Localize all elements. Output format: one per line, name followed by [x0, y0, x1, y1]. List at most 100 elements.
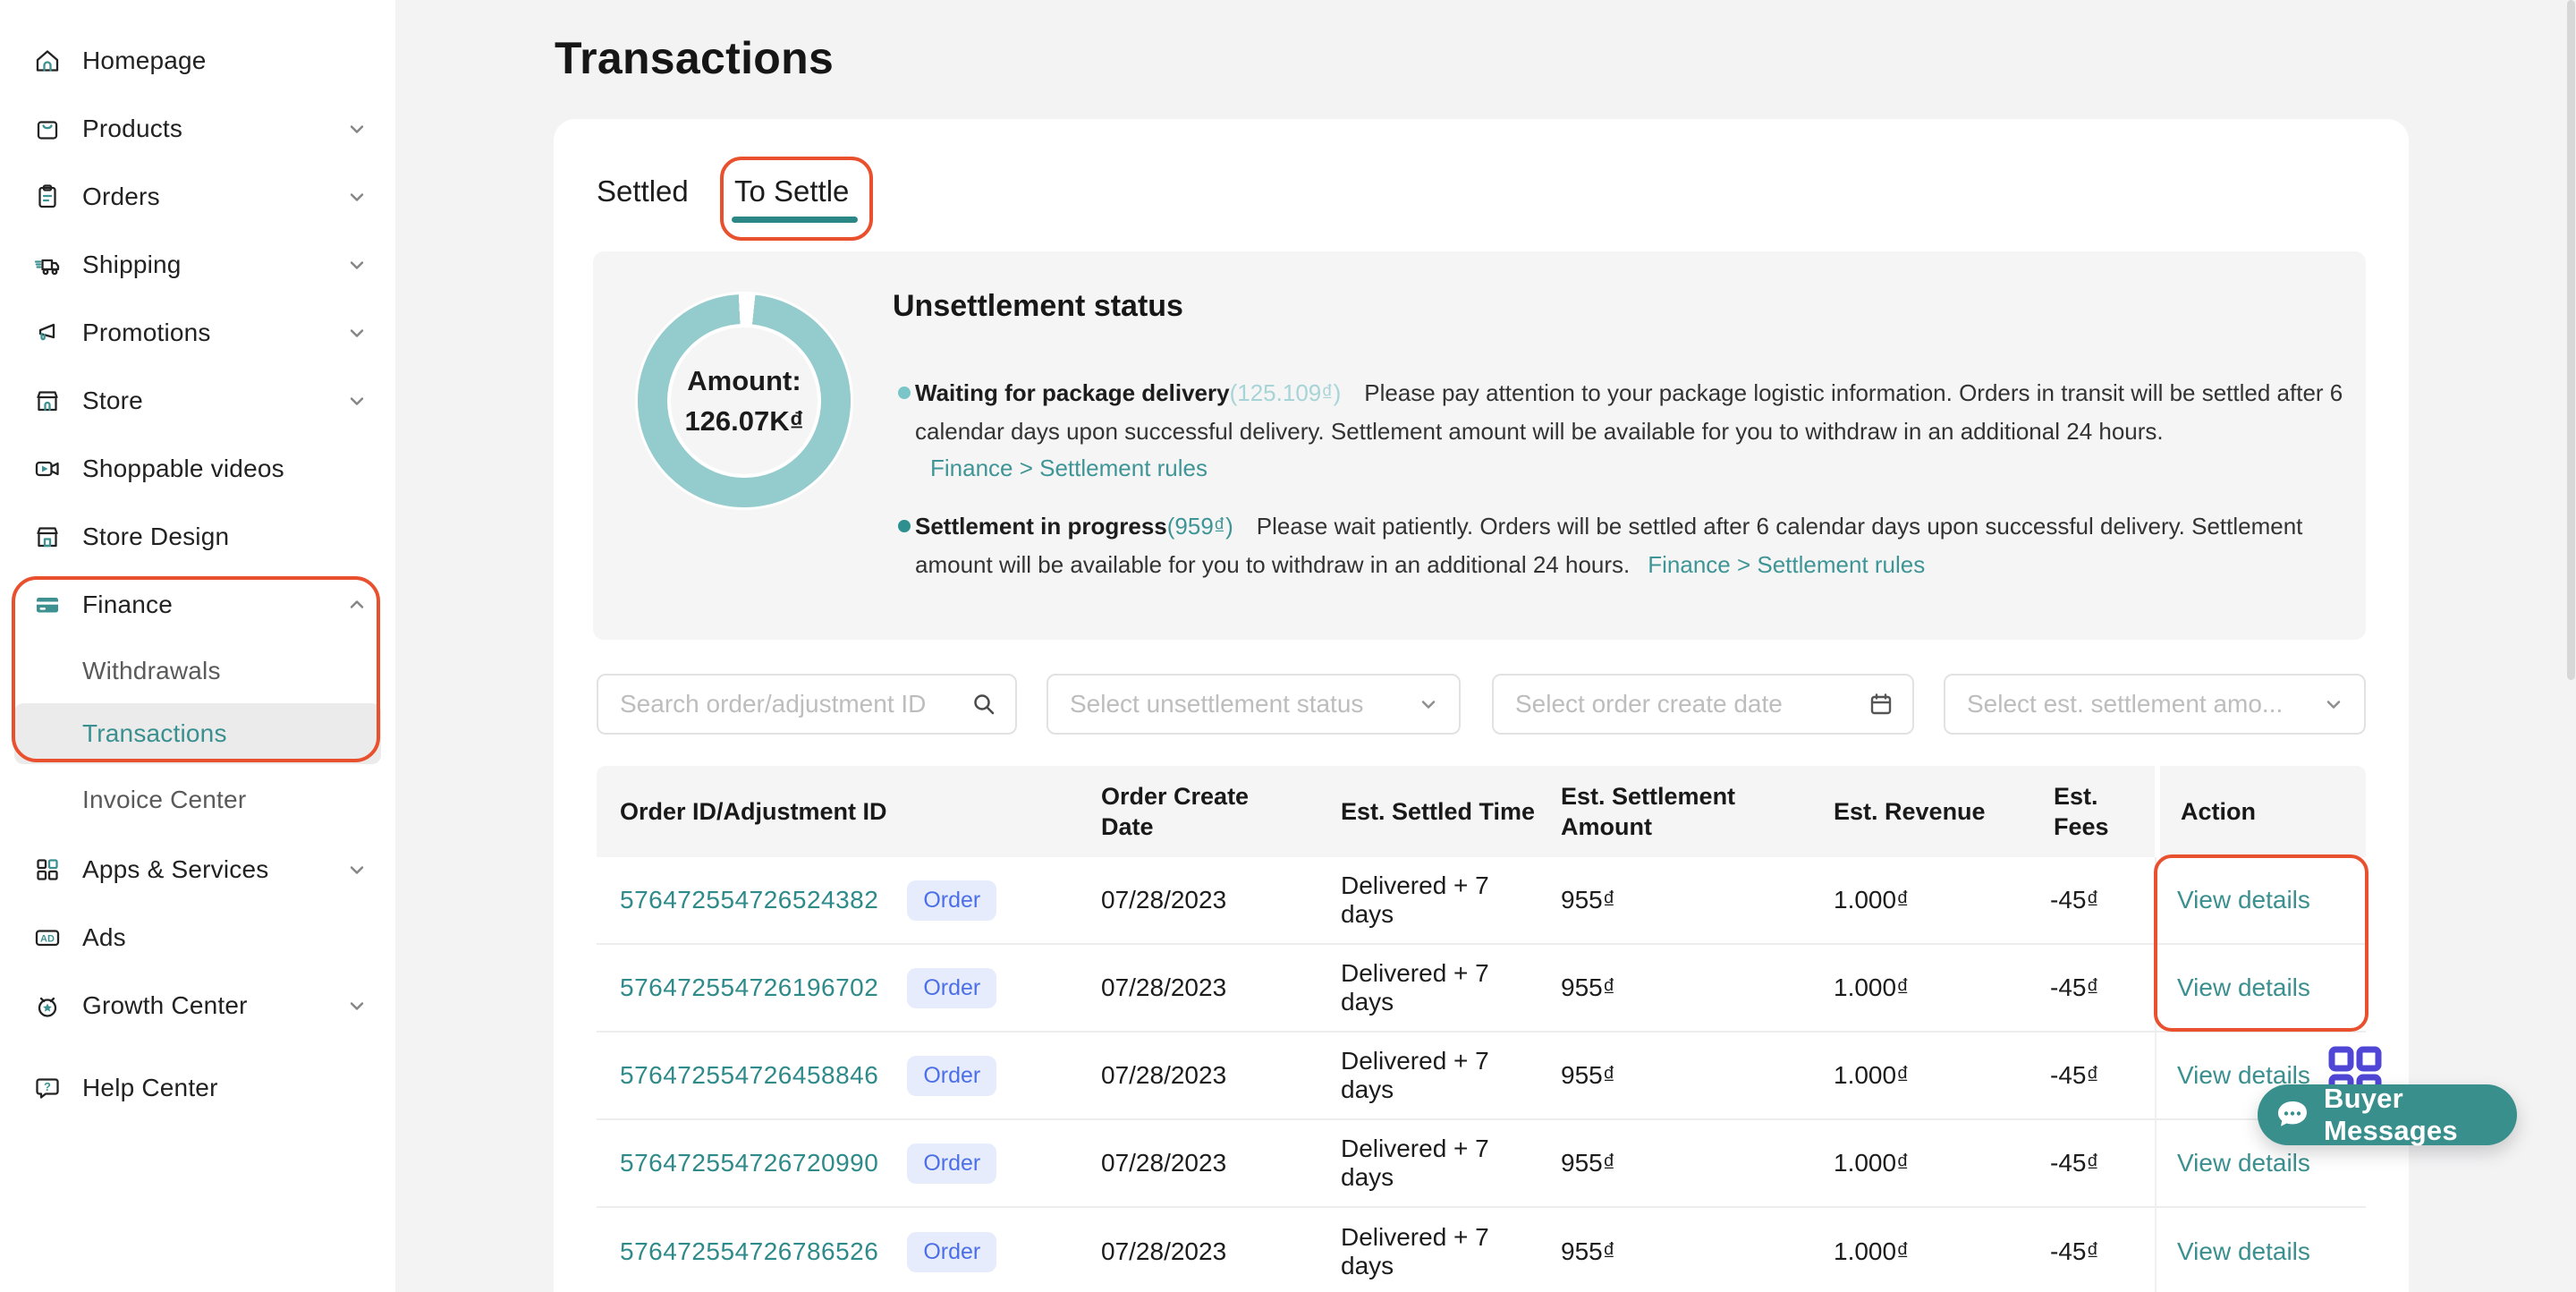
active-tab-underline — [732, 217, 858, 223]
view-details-link[interactable]: View details — [2177, 1237, 2310, 1266]
create-date-cell: 07/28/2023 — [1090, 886, 1327, 914]
settlement-rules-link[interactable]: Finance > Settlement rules — [930, 455, 1208, 482]
tab-settled[interactable]: Settled — [597, 174, 689, 208]
sidebar-item-store[interactable]: Store — [0, 367, 395, 435]
donut-value: 126.07K₫ — [684, 401, 803, 441]
unsettlement-item-in-progress: Settlement in progress(959₫)Please wait … — [915, 507, 2346, 584]
order-id-link[interactable]: 576472554726524382 — [620, 886, 878, 914]
scrollbar-thumb[interactable] — [2567, 0, 2575, 680]
bullet-title: Waiting for package delivery — [915, 379, 1230, 406]
table-row: 576472554726786526Order 07/28/2023 Deliv… — [597, 1208, 2366, 1292]
unsettlement-panel: Amount: 126.07K₫ Unsettlement status Wai… — [593, 251, 2366, 640]
amount-select-input[interactable] — [1945, 676, 2321, 733]
est-settled-time-cell: Delivered + 7 days — [1327, 959, 1546, 1016]
chevron-down-icon — [345, 858, 369, 881]
table-row: 576472554726720990Order 07/28/2023 Deliv… — [597, 1120, 2366, 1208]
sidebar-item-ads[interactable]: AD Ads — [0, 904, 395, 972]
sidebar-item-homepage[interactable]: Homepage — [0, 27, 395, 95]
bullet-title: Settlement in progress — [915, 513, 1167, 540]
order-create-date-picker[interactable] — [1492, 674, 1914, 735]
sidebar-item-store-design[interactable]: Store Design — [0, 503, 395, 571]
sidebar-item-label: Store — [82, 387, 143, 415]
page-title: Transactions — [555, 32, 834, 84]
ad-icon: AD — [32, 922, 63, 953]
chat-bubble-icon — [2274, 1096, 2311, 1134]
sidebar-item-promotions[interactable]: Promotions — [0, 299, 395, 367]
unsettlement-status-select[interactable] — [1046, 674, 1461, 735]
chevron-down-icon — [1416, 692, 1441, 717]
sidebar-item-help-center[interactable]: ? Help Center — [0, 1054, 395, 1122]
sidebar-item-apps-services[interactable]: Apps & Services — [0, 836, 395, 904]
sidebar-item-label: Withdrawals — [82, 657, 221, 685]
est-settlement-amount-select[interactable] — [1944, 674, 2366, 735]
est-fees-cell: -45₫ — [2043, 973, 2155, 1002]
est-settled-time-cell: Delivered + 7 days — [1327, 1223, 1546, 1280]
sidebar-item-finance[interactable]: Finance — [0, 571, 395, 639]
sidebar-item-products[interactable]: Products — [0, 95, 395, 163]
sidebar-item-growth-center[interactable]: Growth Center — [0, 972, 395, 1040]
sidebar-item-label: Invoice Center — [82, 786, 246, 814]
svg-text:?: ? — [44, 1080, 51, 1093]
est-revenue-cell: 1.000₫ — [1819, 1237, 2043, 1266]
order-id-link[interactable]: 576472554726720990 — [620, 1149, 878, 1177]
chevron-up-icon — [345, 593, 369, 616]
view-details-link[interactable]: View details — [2177, 1149, 2310, 1177]
table-row: 576472554726196702Order 07/28/2023 Deliv… — [597, 945, 2366, 1033]
search-input[interactable] — [598, 676, 970, 733]
unsettlement-heading: Unsettlement status — [893, 289, 1183, 324]
sidebar-item-label: Ads — [82, 923, 126, 952]
sidebar-item-label: Shipping — [82, 251, 182, 279]
order-type-badge: Order — [907, 880, 996, 921]
order-id-link[interactable]: 576472554726786526 — [620, 1237, 878, 1266]
bullet-amount: (125.109₫) — [1230, 379, 1342, 406]
help-bubble-icon: ? — [32, 1073, 63, 1103]
view-details-link[interactable]: View details — [2177, 886, 2310, 914]
sidebar-item-shipping[interactable]: Shipping — [0, 231, 395, 299]
est-settled-time-cell: Delivered + 7 days — [1327, 1047, 1546, 1104]
search-icon[interactable] — [970, 691, 997, 718]
table-row: 576472554726458846Order 07/28/2023 Deliv… — [597, 1033, 2366, 1120]
home-icon — [32, 46, 63, 76]
order-id-link[interactable]: 576472554726458846 — [620, 1061, 878, 1090]
medal-icon — [32, 990, 63, 1021]
sidebar-item-orders[interactable]: Orders — [0, 163, 395, 231]
buyer-messages-button[interactable]: Buyer Messages — [2258, 1084, 2517, 1145]
order-type-badge: Order — [907, 1056, 996, 1096]
grid-icon — [32, 854, 63, 885]
bullet-amount: (959₫) — [1167, 513, 1233, 540]
sidebar-item-invoice-center[interactable]: Invoice Center — [0, 764, 395, 836]
est-fees-cell: -45₫ — [2043, 1061, 2155, 1090]
date-select-input[interactable] — [1494, 676, 1868, 733]
chevron-down-icon — [345, 185, 369, 208]
donut-label: Amount: — [687, 361, 801, 401]
view-details-link[interactable]: View details — [2177, 973, 2310, 1002]
calendar-icon — [1868, 691, 1894, 718]
seller-center-app: Homepage Products Orders — [0, 0, 2576, 1292]
credit-card-icon — [32, 590, 63, 620]
header-est-revenue: Est. Revenue — [1819, 796, 2043, 827]
sidebar: Homepage Products Orders — [0, 0, 395, 1292]
truck-icon — [32, 250, 63, 280]
sidebar-item-label: Finance — [82, 591, 173, 619]
transactions-table: Order ID/Adjustment ID Order Create Date… — [597, 766, 2366, 1292]
settlement-rules-link[interactable]: Finance > Settlement rules — [1648, 551, 1925, 578]
est-settlement-amount-cell: 955₫ — [1546, 1237, 1819, 1266]
sidebar-item-label: Store Design — [82, 523, 229, 551]
status-select-input[interactable] — [1048, 676, 1416, 733]
sidebar-item-label: Promotions — [82, 319, 211, 347]
sidebar-item-withdrawals[interactable]: Withdrawals — [0, 639, 395, 703]
megaphone-icon — [32, 318, 63, 348]
sidebar-item-label: Apps & Services — [82, 855, 268, 884]
sidebar-item-label: Products — [82, 115, 182, 143]
order-id-link[interactable]: 576472554726196702 — [620, 973, 878, 1002]
chevron-down-icon — [345, 117, 369, 140]
create-date-cell: 07/28/2023 — [1090, 973, 1327, 1002]
tab-to-settle[interactable]: To Settle — [734, 174, 849, 208]
sidebar-item-label: Transactions — [82, 719, 227, 748]
search-order-filter[interactable] — [597, 674, 1017, 735]
chevron-down-icon — [345, 321, 369, 344]
sidebar-item-transactions[interactable]: Transactions — [14, 703, 381, 764]
sidebar-item-shoppable-videos[interactable]: Shoppable videos — [0, 435, 395, 503]
sidebar-item-label: Help Center — [82, 1074, 218, 1102]
sidebar-item-label: Growth Center — [82, 991, 248, 1020]
